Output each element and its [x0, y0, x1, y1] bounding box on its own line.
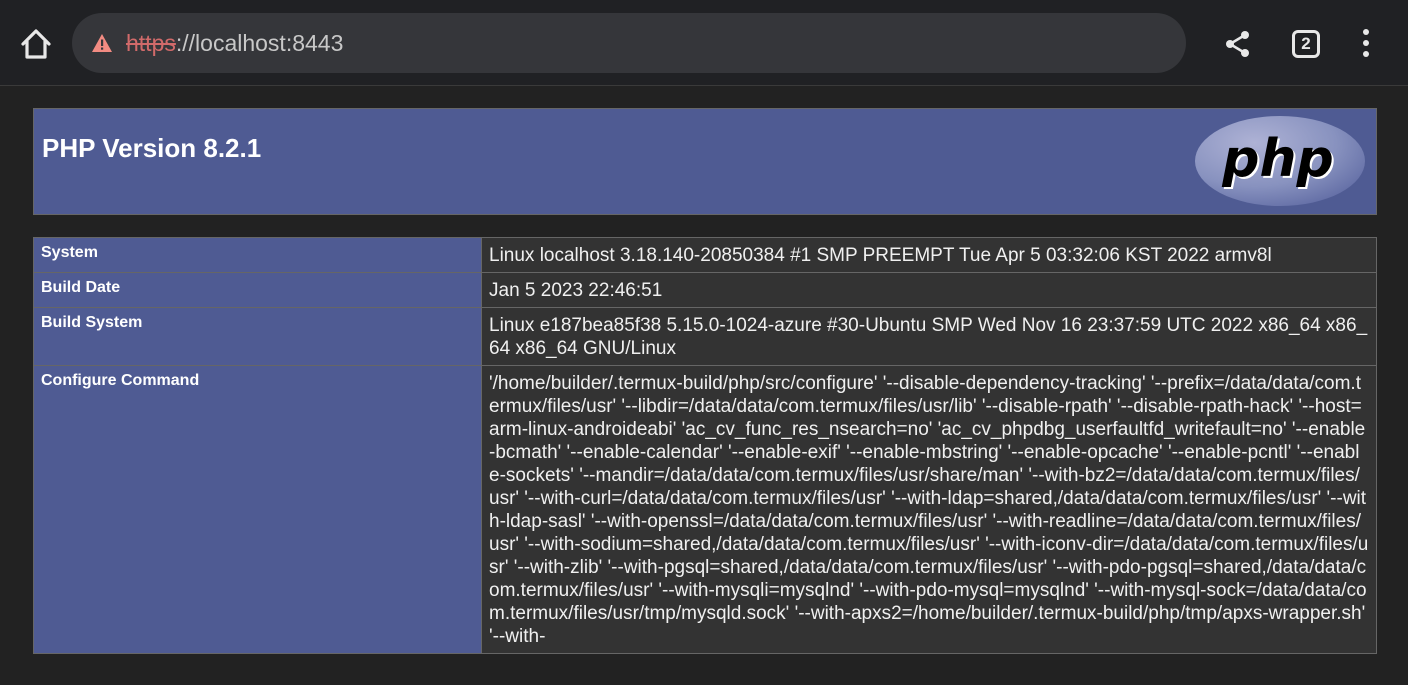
home-icon — [21, 29, 51, 59]
url-text[interactable]: https://localhost:8443 — [126, 30, 343, 57]
php-logo-text-shadow: php — [1221, 129, 1333, 189]
phpinfo-header: PHP Version 8.2.1 php php — [33, 108, 1377, 215]
page-content: PHP Version 8.2.1 php php System Linux l… — [0, 87, 1408, 685]
table-row: Configure Command '/home/builder/.termux… — [33, 365, 1377, 654]
table-row: Build System Linux e187bea85f38 5.15.0-1… — [33, 307, 1377, 366]
browser-toolbar: https://localhost:8443 2 — [0, 0, 1408, 86]
row-value: Linux e187bea85f38 5.15.0-1024-azure #30… — [481, 307, 1377, 366]
url-scheme: https — [126, 30, 176, 56]
url-host: ://localhost:8443 — [175, 30, 344, 56]
row-label: System — [33, 237, 482, 273]
row-label: Configure Command — [33, 365, 482, 654]
warning-icon[interactable] — [91, 33, 113, 53]
row-label: Build Date — [33, 272, 482, 308]
more-vert-icon — [1363, 29, 1369, 57]
phpinfo-table: System Linux localhost 3.18.140-20850384… — [33, 237, 1377, 654]
row-value: Jan 5 2023 22:46:51 — [481, 272, 1377, 308]
php-logo: php php — [1195, 116, 1365, 206]
table-row: System Linux localhost 3.18.140-20850384… — [33, 237, 1377, 273]
row-value: '/home/builder/.termux-build/php/src/con… — [481, 365, 1377, 654]
tab-switcher-icon[interactable]: 2 — [1292, 30, 1320, 58]
home-button[interactable] — [18, 26, 54, 62]
share-button[interactable] — [1222, 28, 1254, 60]
address-bar[interactable]: https://localhost:8443 — [72, 13, 1186, 73]
row-label: Build System — [33, 307, 482, 366]
more-menu-button[interactable] — [1354, 27, 1378, 59]
table-row: Build Date Jan 5 2023 22:46:51 — [33, 272, 1377, 308]
share-icon — [1226, 31, 1249, 57]
row-value: Linux localhost 3.18.140-20850384 #1 SMP… — [481, 237, 1377, 273]
page-title: PHP Version 8.2.1 — [42, 133, 262, 163]
